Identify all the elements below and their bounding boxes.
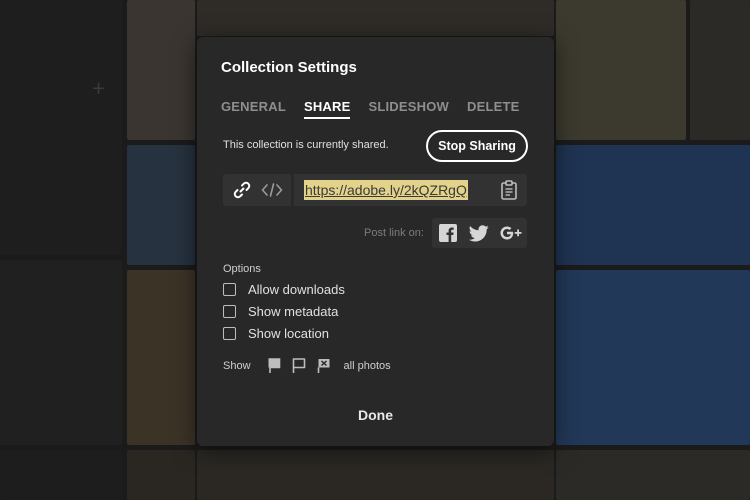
settings-tabs: GENERAL SHARE SLIDESHOW DELETE [221,99,520,119]
show-location-label: Show location [248,326,329,341]
show-filter-value[interactable]: all photos [344,360,391,372]
options-heading: Options [223,263,261,275]
show-location-checkbox[interactable] [223,327,236,340]
show-location-option[interactable]: Show location [223,326,329,341]
share-url-text[interactable]: https://adobe.ly/2kQZRgQ [304,180,468,200]
dialog-title: Collection Settings [221,59,357,76]
allow-downloads-option[interactable]: Allow downloads [223,282,345,297]
google-plus-icon[interactable] [500,222,522,244]
tab-delete[interactable]: DELETE [467,99,519,119]
collection-settings-dialog: Collection Settings GENERAL SHARE SLIDES… [197,37,554,446]
social-share-group [432,218,527,248]
tab-slideshow[interactable]: SLIDESHOW [368,99,449,119]
twitter-icon[interactable] [468,222,490,244]
post-link-label: Post link on: [364,227,424,239]
share-status-text: This collection is currently shared. [223,139,389,151]
done-button[interactable]: Done [197,407,554,423]
tab-general[interactable]: GENERAL [221,99,286,119]
allow-downloads-label: Allow downloads [248,282,345,297]
facebook-icon[interactable] [437,222,459,244]
flag-picked-icon[interactable] [265,357,283,375]
show-metadata-label: Show metadata [248,304,339,319]
link-type-toggle [223,174,291,206]
show-metadata-option[interactable]: Show metadata [223,304,338,319]
flag-unflagged-icon[interactable] [290,357,308,375]
share-link-row: https://adobe.ly/2kQZRgQ [223,174,527,206]
add-icon: + [91,78,107,99]
stop-sharing-button[interactable]: Stop Sharing [426,130,528,162]
show-filter-label: Show [223,360,251,372]
allow-downloads-checkbox[interactable] [223,283,236,296]
share-url-field[interactable]: https://adobe.ly/2kQZRgQ [294,174,527,206]
flag-rejected-icon[interactable] [315,357,333,375]
tab-share[interactable]: SHARE [303,99,351,119]
show-metadata-checkbox[interactable] [223,305,236,318]
link-icon[interactable] [230,178,254,202]
embed-code-icon[interactable] [260,178,284,202]
show-filter-row: Show all photos [223,357,391,375]
clipboard-icon[interactable] [499,179,519,201]
